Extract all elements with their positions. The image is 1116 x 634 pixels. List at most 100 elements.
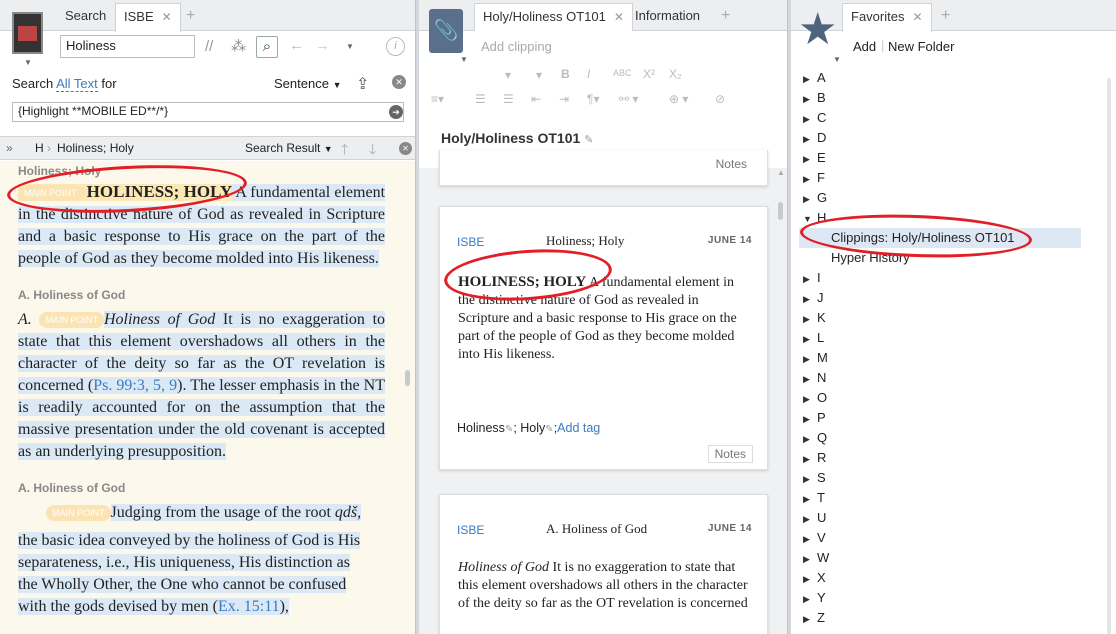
favorites-folder[interactable]: ▶ N: [803, 368, 1081, 388]
add-clipping-button[interactable]: Add clipping: [481, 39, 552, 54]
expand-icon[interactable]: »: [6, 141, 13, 155]
search-icon[interactable]: ⌕: [256, 36, 278, 58]
favorites-folder[interactable]: ▶ I: [803, 268, 1081, 288]
close-icon[interactable]: ✕: [614, 10, 624, 24]
visual-filter-icon[interactable]: ⁂: [231, 37, 246, 55]
bold-icon[interactable]: B: [561, 67, 570, 81]
tab-clipping[interactable]: Holy/Holiness OT101 ✕: [474, 3, 633, 32]
add-tab-icon[interactable]: +: [941, 7, 950, 25]
scrollbar-thumb[interactable]: [778, 202, 783, 220]
favorites-folder[interactable]: ▶ G: [803, 188, 1081, 208]
edit-icon[interactable]: ✎: [545, 424, 553, 435]
outdent-icon[interactable]: ⇤: [531, 92, 541, 106]
font-size-dropdown[interactable]: ▾: [536, 68, 542, 82]
favorites-folder[interactable]: ▶ Z: [803, 608, 1081, 628]
collapsed-arrow-icon[interactable]: ▶: [803, 469, 817, 489]
collapsed-arrow-icon[interactable]: ▶: [803, 349, 817, 369]
collapsed-arrow-icon[interactable]: ▶: [803, 189, 817, 209]
favorites-folder[interactable]: ▶ A: [803, 68, 1081, 88]
parallel-icon[interactable]: //: [205, 38, 213, 55]
tag[interactable]: Holy: [520, 421, 545, 435]
scrollbar-track[interactable]: [1107, 78, 1111, 634]
numbered-list-icon[interactable]: ☰: [503, 92, 514, 106]
collapsed-arrow-icon[interactable]: ▶: [803, 389, 817, 409]
tag[interactable]: Holiness: [457, 421, 505, 435]
favorites-folder[interactable]: ▶ L: [803, 328, 1081, 348]
clipping-card[interactable]: ISBE A. Holiness of God JUNE 14 Holiness…: [439, 494, 768, 634]
favorites-folder[interactable]: ▶ K: [803, 308, 1081, 328]
collapsed-arrow-icon[interactable]: ▶: [803, 329, 817, 349]
favorites-folder[interactable]: ▶ Q: [803, 428, 1081, 448]
query-input[interactable]: {Highlight **MOBILE ED**/*}: [12, 102, 404, 122]
add-button[interactable]: Add: [853, 39, 876, 54]
scrollbar-thumb[interactable]: [405, 370, 410, 386]
close-icon[interactable]: ✕: [399, 142, 412, 155]
favorites-folder[interactable]: ▶ M: [803, 348, 1081, 368]
add-tag-link[interactable]: Add tag: [557, 421, 600, 435]
share-icon[interactable]: ⇪: [356, 74, 369, 94]
star-icon[interactable]: ★: [798, 8, 837, 52]
favorites-folder[interactable]: ▶ S: [803, 468, 1081, 488]
scroll-up-icon[interactable]: ▲: [777, 168, 785, 177]
collapsed-arrow-icon[interactable]: ▶: [803, 549, 817, 569]
search-result-dropdown[interactable]: Search Result ▼: [245, 141, 333, 155]
notes-button[interactable]: Notes: [710, 156, 753, 172]
style-dropdown[interactable]: ▾: [505, 68, 511, 82]
paragraph-icon[interactable]: ¶▾: [587, 92, 599, 106]
favorites-folder[interactable]: ▶ R: [803, 448, 1081, 468]
tab-isbe[interactable]: ISBE ✕: [115, 3, 181, 32]
collapsed-arrow-icon[interactable]: ▶: [803, 369, 817, 389]
collapsed-arrow-icon[interactable]: ▶: [803, 429, 817, 449]
favorites-folder[interactable]: ▶ U: [803, 508, 1081, 528]
tab-favorites[interactable]: Favorites ✕: [842, 3, 932, 32]
tab-search[interactable]: Search: [57, 3, 114, 31]
breadcrumb-letter[interactable]: H: [35, 141, 44, 155]
collapsed-arrow-icon[interactable]: ▶: [803, 509, 817, 529]
favorites-folder[interactable]: ▶ D: [803, 128, 1081, 148]
collapsed-arrow-icon[interactable]: ▶: [803, 169, 817, 189]
favorites-folder[interactable]: ▶ Y: [803, 588, 1081, 608]
collapsed-arrow-icon[interactable]: ▶: [803, 129, 817, 149]
go-icon[interactable]: ➔: [389, 105, 403, 119]
favorites-folder[interactable]: ▶ X: [803, 568, 1081, 588]
edit-icon[interactable]: ✎: [505, 424, 513, 435]
collapsed-arrow-icon[interactable]: ▶: [803, 529, 817, 549]
add-tab-icon[interactable]: +: [721, 7, 730, 25]
favorites-folder[interactable]: ▶ P: [803, 408, 1081, 428]
sentence-dropdown[interactable]: Sentence ▼: [274, 76, 341, 91]
card-source-link[interactable]: ISBE: [457, 235, 484, 249]
search-input[interactable]: Holiness: [60, 35, 195, 58]
favorites-folder[interactable]: ▶ B: [803, 88, 1081, 108]
smallcaps-icon[interactable]: ABC: [613, 68, 632, 78]
chevron-down-icon[interactable]: ▼: [24, 58, 32, 67]
globe-icon[interactable]: ⊕ ▾: [669, 92, 688, 106]
clipping-title[interactable]: Holy/Holiness OT101 ✎: [441, 130, 767, 151]
collapsed-arrow-icon[interactable]: ▶: [803, 309, 817, 329]
favorites-folder[interactable]: ▶ O: [803, 388, 1081, 408]
italic-icon[interactable]: I: [587, 67, 590, 81]
chevron-down-icon[interactable]: ▼: [460, 55, 468, 64]
all-text-link[interactable]: All Text: [56, 76, 98, 92]
collapsed-arrow-icon[interactable]: ▶: [803, 149, 817, 169]
info-icon[interactable]: i: [386, 37, 405, 56]
breadcrumb[interactable]: Holiness; Holy: [57, 141, 134, 155]
card-source-link[interactable]: ISBE: [457, 523, 484, 537]
clear-format-icon[interactable]: ⊘: [715, 92, 725, 106]
collapsed-arrow-icon[interactable]: ▶: [803, 449, 817, 469]
favorites-folder[interactable]: ▶ C: [803, 108, 1081, 128]
superscript-icon[interactable]: X²: [643, 67, 655, 81]
collapsed-arrow-icon[interactable]: ▶: [803, 269, 817, 289]
bullet-list-icon[interactable]: ☰: [475, 92, 486, 106]
clipping-card[interactable]: ISBE Holiness; Holy JUNE 14 HOLINESS; HO…: [439, 206, 768, 470]
close-icon[interactable]: ✕: [162, 10, 172, 24]
favorites-folder[interactable]: ▶ J: [803, 288, 1081, 308]
favorites-folder[interactable]: ▶ W: [803, 548, 1081, 568]
edit-icon[interactable]: ✎: [584, 134, 593, 146]
collapsed-arrow-icon[interactable]: ▶: [803, 569, 817, 589]
paperclip-icon[interactable]: 📎: [429, 9, 463, 53]
collapsed-arrow-icon[interactable]: ▶: [803, 489, 817, 509]
book-cover-icon[interactable]: [12, 12, 43, 54]
close-icon[interactable]: ✕: [912, 10, 922, 24]
new-folder-button[interactable]: New Folder: [888, 39, 954, 54]
forward-arrow-icon[interactable]: →: [315, 37, 330, 54]
